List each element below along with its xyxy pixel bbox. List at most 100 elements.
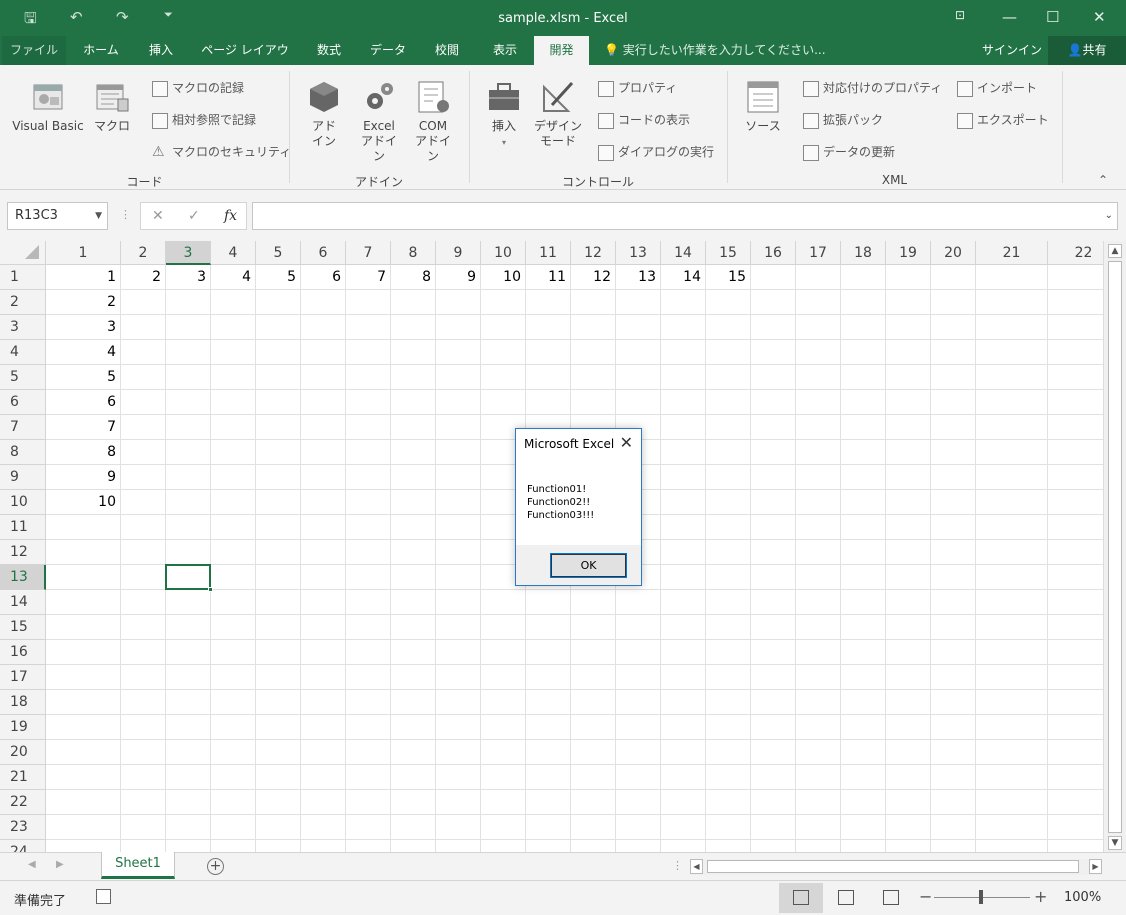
cell[interactable] <box>526 340 571 365</box>
cell[interactable] <box>481 665 526 690</box>
cell[interactable] <box>571 290 616 315</box>
cell[interactable] <box>346 390 391 415</box>
cell[interactable] <box>661 540 706 565</box>
cell[interactable] <box>391 615 436 640</box>
cell[interactable]: 7 <box>46 415 121 440</box>
cell[interactable] <box>301 390 346 415</box>
cell[interactable] <box>886 590 931 615</box>
cell[interactable]: 3 <box>46 315 121 340</box>
cell[interactable] <box>211 415 256 440</box>
column-header[interactable]: 2 <box>121 241 166 265</box>
column-header[interactable]: 14 <box>661 241 706 265</box>
cell[interactable] <box>796 615 841 640</box>
tab-insert[interactable]: 挿入 <box>138 36 184 65</box>
cell[interactable] <box>166 715 211 740</box>
cell[interactable] <box>436 540 481 565</box>
cell[interactable] <box>481 640 526 665</box>
cell[interactable] <box>526 365 571 390</box>
row-header[interactable]: 17 <box>0 665 46 690</box>
cell[interactable] <box>886 565 931 590</box>
cell[interactable] <box>121 565 166 590</box>
cell[interactable] <box>886 390 931 415</box>
row-header[interactable]: 4 <box>0 340 46 365</box>
tab-view[interactable]: 表示 <box>482 36 528 65</box>
cell[interactable] <box>571 665 616 690</box>
close-icon[interactable]: ✕ <box>1093 8 1106 26</box>
cell[interactable] <box>976 415 1048 440</box>
cell[interactable] <box>886 440 931 465</box>
cell[interactable]: 13 <box>616 265 661 290</box>
cell[interactable] <box>796 290 841 315</box>
cell[interactable] <box>301 540 346 565</box>
cell[interactable] <box>256 465 301 490</box>
cell[interactable] <box>301 715 346 740</box>
cell[interactable] <box>976 590 1048 615</box>
cell[interactable] <box>391 390 436 415</box>
cell[interactable] <box>841 515 886 540</box>
cell[interactable] <box>886 540 931 565</box>
column-header[interactable]: 15 <box>706 241 751 265</box>
prev-sheet-icon[interactable]: ◀ <box>28 859 36 870</box>
cell[interactable] <box>1048 790 1103 815</box>
cell[interactable] <box>931 265 976 290</box>
cell[interactable] <box>661 740 706 765</box>
cell[interactable] <box>301 840 346 852</box>
cell[interactable] <box>391 740 436 765</box>
cell[interactable] <box>211 740 256 765</box>
cell[interactable] <box>886 265 931 290</box>
cell[interactable] <box>391 365 436 390</box>
cell[interactable] <box>616 715 661 740</box>
cell[interactable] <box>886 315 931 340</box>
cell[interactable] <box>46 740 121 765</box>
cell[interactable] <box>931 790 976 815</box>
cell[interactable] <box>211 840 256 852</box>
cell[interactable] <box>886 815 931 840</box>
cell[interactable] <box>481 365 526 390</box>
cell[interactable] <box>301 365 346 390</box>
cell[interactable]: 9 <box>46 465 121 490</box>
cell[interactable] <box>211 540 256 565</box>
page-break-view-button[interactable] <box>869 883 913 913</box>
cell[interactable]: 6 <box>301 265 346 290</box>
cell[interactable] <box>1048 365 1103 390</box>
cell[interactable] <box>1048 265 1103 290</box>
cell[interactable] <box>436 315 481 340</box>
cell[interactable] <box>796 265 841 290</box>
cell[interactable] <box>301 765 346 790</box>
cell[interactable] <box>301 515 346 540</box>
cell[interactable] <box>1048 415 1103 440</box>
row-header[interactable]: 1 <box>0 265 46 290</box>
cell[interactable]: 4 <box>46 340 121 365</box>
cell[interactable] <box>661 340 706 365</box>
cell[interactable] <box>706 690 751 715</box>
cell[interactable] <box>571 690 616 715</box>
column-header[interactable]: 5 <box>256 241 301 265</box>
cell[interactable] <box>886 490 931 515</box>
cell[interactable]: 2 <box>121 265 166 290</box>
cell[interactable] <box>256 515 301 540</box>
cell[interactable] <box>121 790 166 815</box>
cell[interactable] <box>391 815 436 840</box>
cell[interactable] <box>1048 640 1103 665</box>
cell[interactable]: 7 <box>346 265 391 290</box>
splitter-icon[interactable]: ⋮ <box>672 859 683 872</box>
cell[interactable] <box>301 290 346 315</box>
com-addins-button[interactable]: COM アドイン <box>410 79 456 164</box>
tab-home[interactable]: ホーム <box>76 36 126 65</box>
cell[interactable] <box>526 715 571 740</box>
cell[interactable] <box>526 815 571 840</box>
cell[interactable] <box>436 340 481 365</box>
cell[interactable] <box>301 640 346 665</box>
column-header[interactable]: 22 <box>1048 241 1103 265</box>
cell[interactable] <box>166 615 211 640</box>
cell[interactable] <box>166 340 211 365</box>
cell[interactable] <box>166 290 211 315</box>
cell[interactable] <box>616 690 661 715</box>
cell[interactable] <box>841 265 886 290</box>
cell[interactable] <box>346 515 391 540</box>
cell[interactable] <box>976 365 1048 390</box>
cell[interactable] <box>796 565 841 590</box>
cell[interactable] <box>886 640 931 665</box>
cell[interactable] <box>616 640 661 665</box>
cell[interactable] <box>841 490 886 515</box>
